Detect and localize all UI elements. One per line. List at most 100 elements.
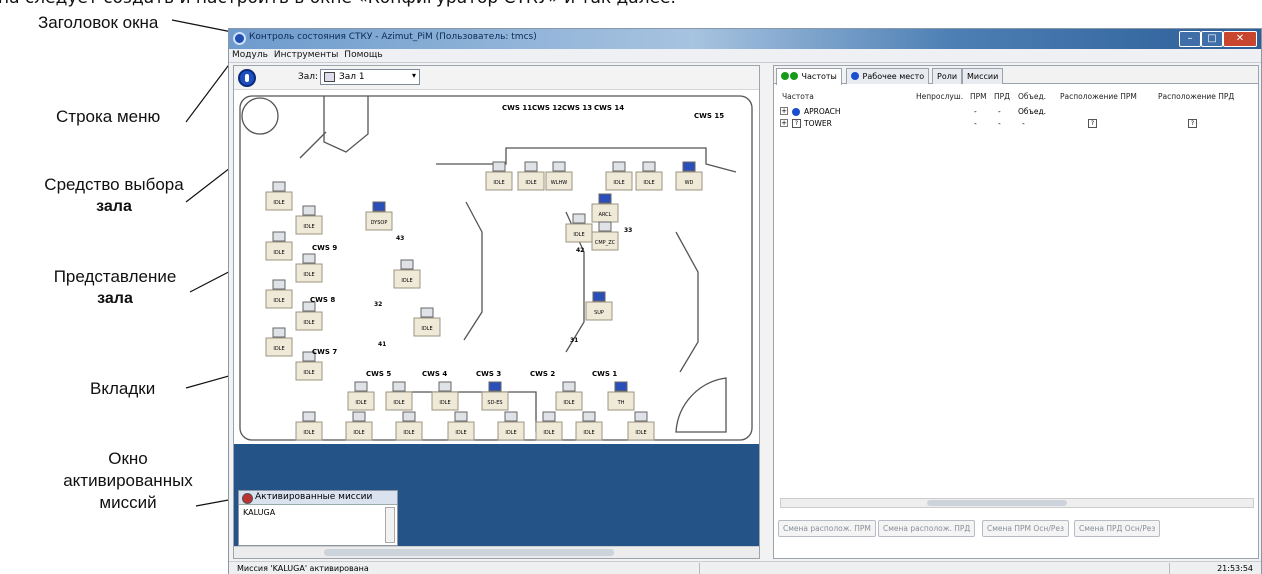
cws-label: CWS 4 bbox=[422, 370, 447, 378]
hall-view[interactable]: IDLE IDLE WLHW IDLE IDLE WD IDLE IDLE IDLE IDLE ID… bbox=[236, 92, 757, 444]
switch-tx-main-reserve-button[interactable]: Смена ПРД Осн/Рез bbox=[1074, 520, 1161, 537]
operator-workstation[interactable]: TH bbox=[607, 381, 635, 411]
idle-workstation[interactable]: IDLE bbox=[265, 231, 293, 261]
menu-item-help[interactable]: Помощь bbox=[341, 49, 385, 60]
position-number: 32 bbox=[374, 301, 382, 308]
operator-workstation[interactable]: SD-ES bbox=[481, 381, 509, 411]
page: на следует создать и настроить в окне «К… bbox=[0, 0, 1262, 574]
idle-workstation[interactable]: IDLE bbox=[345, 411, 373, 441]
svg-text:IDLE: IDLE bbox=[635, 430, 646, 436]
idle-workstation[interactable]: IDLE bbox=[635, 161, 663, 191]
svg-text:IDLE: IDLE bbox=[439, 400, 450, 406]
idle-workstation[interactable]: IDLE bbox=[295, 351, 323, 381]
idle-workstation[interactable]: IDLE bbox=[265, 327, 293, 357]
svg-text:IDLE: IDLE bbox=[303, 272, 314, 278]
menu-item-module[interactable]: Модуль bbox=[229, 49, 271, 60]
idle-workstation[interactable]: IDLE bbox=[555, 381, 583, 411]
idle-workstation[interactable]: IDLE bbox=[431, 381, 459, 411]
idle-workstation[interactable]: IDLE bbox=[485, 161, 513, 191]
idle-workstation[interactable]: IDLE bbox=[295, 253, 323, 283]
idle-workstation[interactable]: IDLE bbox=[347, 381, 375, 411]
col-tx-location[interactable]: Расположение ПРД bbox=[1158, 92, 1234, 101]
hall-icon bbox=[324, 72, 335, 82]
cws-label: CWS 15 bbox=[694, 112, 724, 120]
svg-text:ARCL: ARCL bbox=[599, 212, 612, 218]
svg-text:IDLE: IDLE bbox=[303, 430, 314, 436]
pointer-window-title bbox=[171, 19, 233, 33]
hall-horizontal-scrollbar[interactable] bbox=[234, 546, 759, 558]
idle-workstation[interactable]: IDLE bbox=[535, 411, 563, 441]
expand-button[interactable]: + bbox=[780, 119, 788, 127]
expand-button[interactable]: + bbox=[780, 107, 788, 115]
frequency-name: APROACH bbox=[804, 107, 841, 116]
mission-area: Активированные миссии KALUGA bbox=[234, 444, 759, 546]
idle-workstation[interactable]: IDLE bbox=[295, 301, 323, 331]
mission-item[interactable]: KALUGA bbox=[239, 505, 397, 520]
change-rx-location-button[interactable]: Смена располож. ПРМ bbox=[778, 520, 876, 537]
idle-workstation[interactable]: IDLE bbox=[605, 161, 633, 191]
scroll-thumb[interactable] bbox=[927, 500, 1067, 506]
activated-missions-window[interactable]: Активированные миссии KALUGA bbox=[238, 490, 398, 546]
col-frequency[interactable]: Частота bbox=[782, 92, 814, 101]
merged-value: - bbox=[1022, 119, 1025, 128]
svg-text:IDLE: IDLE bbox=[543, 430, 554, 436]
switch-rx-main-reserve-button[interactable]: Смена ПРМ Осн/Рез bbox=[982, 520, 1069, 537]
idle-workstation[interactable]: IDLE bbox=[517, 161, 545, 191]
col-rx[interactable]: ПРМ bbox=[970, 92, 987, 101]
tab-frequencies[interactable]: Частоты bbox=[776, 68, 842, 85]
operator-workstation[interactable]: DYSOP bbox=[365, 201, 393, 231]
idle-workstation[interactable]: IDLE bbox=[295, 411, 323, 441]
missions-scrollbar[interactable] bbox=[385, 507, 395, 543]
grid-horizontal-scrollbar[interactable] bbox=[780, 498, 1254, 508]
operator-workstation[interactable]: SUP bbox=[585, 291, 613, 321]
idle-workstation[interactable]: IDLE bbox=[565, 213, 593, 243]
col-nonlisten[interactable]: Непрослуш. bbox=[916, 92, 963, 101]
info-button[interactable] bbox=[238, 69, 256, 87]
close-button[interactable]: ✕ bbox=[1223, 31, 1257, 47]
minimize-button[interactable]: – bbox=[1179, 31, 1201, 47]
col-rx-location[interactable]: Расположение ПРМ bbox=[1060, 92, 1137, 101]
menu-item-tools[interactable]: Инструменты bbox=[271, 49, 341, 60]
idle-workstation[interactable]: IDLE bbox=[295, 205, 323, 235]
action-buttons: Смена располож. ПРМ Смена располож. ПРД … bbox=[778, 520, 1258, 540]
tab-roles[interactable]: Роли bbox=[932, 68, 963, 84]
idle-workstation[interactable]: IDLE bbox=[627, 411, 655, 441]
rx-location-icon[interactable]: ? bbox=[1088, 119, 1097, 128]
idle-workstation[interactable]: IDLE bbox=[447, 411, 475, 441]
tab-workplace[interactable]: Рабочее место bbox=[846, 68, 930, 84]
tab-missions[interactable]: Миссии bbox=[962, 68, 1004, 84]
tab-strip: Частоты Рабочее место Роли Миссии bbox=[774, 66, 1258, 85]
svg-text:IDLE: IDLE bbox=[505, 430, 516, 436]
title-bar[interactable]: Контроль состояния СТКУ - Azimut_PiM (По… bbox=[229, 29, 1261, 49]
idle-workstation[interactable]: IDLE bbox=[497, 411, 525, 441]
operator-workstation[interactable]: WD bbox=[675, 161, 703, 191]
cws-label: CWS 1 bbox=[592, 370, 617, 378]
operator-workstation[interactable]: ARCL bbox=[591, 193, 619, 223]
hall-select[interactable]: Зал 1 ▾ bbox=[320, 69, 420, 85]
table-row[interactable]: + ? TOWER - - - ? ? bbox=[778, 118, 1256, 130]
idle-workstation[interactable]: IDLE bbox=[575, 411, 603, 441]
idle-workstation[interactable]: IDLE bbox=[265, 279, 293, 309]
svg-text:WD: WD bbox=[685, 180, 694, 186]
svg-text:SD-ES: SD-ES bbox=[487, 400, 502, 406]
maximize-button[interactable]: □ bbox=[1201, 31, 1223, 47]
idle-workstation[interactable]: IDLE bbox=[395, 411, 423, 441]
svg-text:SUP: SUP bbox=[594, 310, 604, 316]
idle-workstation[interactable]: WLHW bbox=[545, 161, 573, 191]
scroll-thumb[interactable] bbox=[324, 549, 614, 556]
col-tx[interactable]: ПРД bbox=[994, 92, 1010, 101]
table-row[interactable]: + APROACH - - Объед. bbox=[778, 106, 1256, 118]
col-merged[interactable]: Объед. bbox=[1018, 92, 1046, 101]
tx-location-icon[interactable]: ? bbox=[1188, 119, 1197, 128]
idle-workstation[interactable]: IDLE bbox=[385, 381, 413, 411]
idle-workstation[interactable]: IDLE bbox=[413, 307, 441, 337]
idle-workstation[interactable]: IDLE bbox=[393, 259, 421, 289]
hall-select-value: Зал 1 bbox=[339, 72, 365, 82]
idle-workstation[interactable]: CMP_ZC bbox=[591, 221, 619, 251]
idle-workstation[interactable]: IDLE bbox=[265, 181, 293, 211]
green-circle-icon bbox=[781, 72, 789, 80]
missions-title: Активированные миссии bbox=[239, 491, 397, 505]
desk-curve-3 bbox=[675, 231, 699, 373]
svg-text:IDLE: IDLE bbox=[273, 200, 284, 206]
change-tx-location-button[interactable]: Смена располож. ПРД bbox=[878, 520, 976, 537]
